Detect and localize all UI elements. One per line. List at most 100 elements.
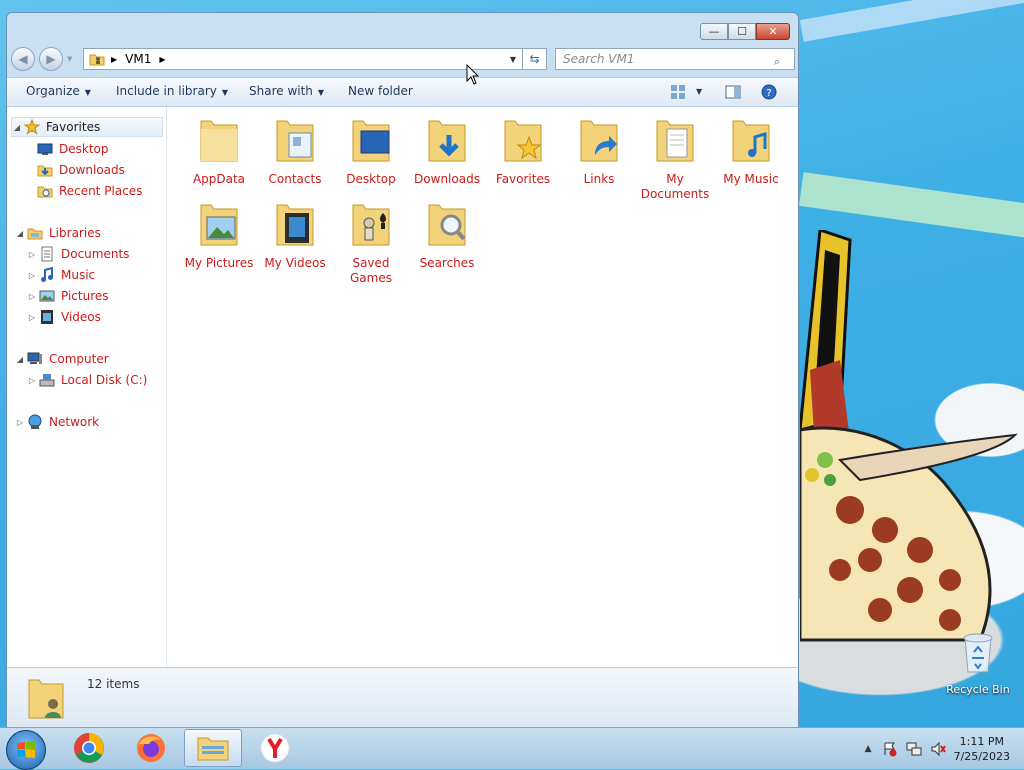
nav-libraries[interactable]: ◢ Libraries [15, 224, 101, 242]
chrome-icon [74, 733, 104, 763]
show-hidden-icons-icon[interactable]: ▲ [865, 744, 872, 754]
nav-recent-places[interactable]: Recent Places [37, 182, 142, 200]
file-item-saved-games[interactable]: Saved Games [335, 201, 407, 286]
organize-label: Organize [26, 84, 80, 98]
expand-arrow-icon[interactable]: ▷ [27, 250, 37, 259]
action-center-flag-icon[interactable] [882, 741, 898, 757]
file-item-contacts[interactable]: Contacts [259, 117, 331, 187]
file-item-links[interactable]: Links [563, 117, 635, 187]
clock-time: 1:11 PM [959, 734, 1004, 748]
file-item-appdata[interactable]: AppData [183, 117, 255, 187]
taskbar-explorer[interactable] [184, 729, 242, 767]
drive-icon [39, 374, 55, 387]
nav-network-label: Network [49, 415, 100, 429]
documents-icon [41, 246, 53, 262]
address-bar[interactable]: ▶ VM1 ▶ ▼ [83, 48, 523, 70]
minimize-button[interactable]: — [700, 23, 728, 40]
forward-button[interactable]: ▶ [39, 47, 63, 71]
help-icon[interactable]: ? [761, 84, 777, 100]
back-button[interactable]: ◀ [11, 47, 35, 71]
nav-pictures-label: Pictures [61, 289, 109, 303]
file-name: My Pictures [184, 256, 254, 270]
file-name: Favorites [495, 172, 551, 186]
recent-pages-chevron-icon[interactable]: ▼ [67, 55, 72, 63]
file-item-searches[interactable]: Searches [411, 201, 483, 271]
organize-button[interactable]: Organize ▼ [26, 84, 91, 98]
taskbar-chrome[interactable] [60, 729, 118, 767]
file-item-my-documents[interactable]: My Documents [639, 117, 711, 202]
clock[interactable]: 1:11 PM 7/25/2023 [954, 734, 1010, 764]
view-options-icon[interactable] [670, 84, 686, 100]
taskbar-firefox[interactable] [122, 729, 180, 767]
nav-favorites-label: Favorites [46, 120, 101, 134]
file-item-my-pictures[interactable]: My Pictures [183, 201, 255, 271]
refresh-button[interactable]: ⇆ [523, 48, 547, 70]
volume-muted-icon[interactable] [930, 741, 946, 757]
file-item-my-videos[interactable]: My Videos [259, 201, 331, 271]
nav-documents[interactable]: ▷ Documents [27, 245, 129, 263]
recycle-bin-label: Recycle Bin [946, 683, 1010, 696]
file-name: My Documents [640, 172, 710, 201]
expand-arrow-icon[interactable]: ▷ [27, 376, 37, 385]
collapse-arrow-icon[interactable]: ◢ [15, 229, 25, 238]
collapse-arrow-icon[interactable]: ◢ [15, 355, 25, 364]
windows-logo-icon [17, 741, 35, 758]
view-dropdown-icon[interactable]: ▼ [696, 87, 702, 96]
nav-local-disk[interactable]: ▷ Local Disk (C:) [27, 371, 147, 389]
file-name: Desktop [346, 172, 396, 186]
expand-arrow-icon[interactable]: ▷ [15, 418, 25, 427]
dropdown-arrow-icon: ▼ [84, 88, 91, 97]
include-in-library-button[interactable]: Include in library ▼ [116, 84, 228, 98]
downloads-icon [37, 165, 53, 177]
start-button[interactable] [6, 730, 46, 770]
documents-folder-icon [656, 120, 694, 162]
content-area: ◢ Favorites Desktop Downloads Recent Pla… [7, 107, 798, 667]
nav-videos[interactable]: ▷ Videos [27, 308, 101, 326]
breadcrumb-vm1[interactable]: VM1 [125, 52, 151, 66]
nav-documents-label: Documents [61, 247, 130, 261]
file-name: Downloads [414, 172, 480, 186]
file-item-downloads[interactable]: Downloads [411, 117, 483, 187]
nav-music[interactable]: ▷ Music [27, 266, 95, 284]
new-folder-button[interactable]: New folder [348, 84, 413, 98]
nav-desktop[interactable]: Desktop [37, 140, 109, 158]
file-name: Links [583, 172, 615, 186]
dropdown-arrow-icon: ▼ [317, 88, 325, 97]
search-input[interactable]: Search VM1 ⌕ [555, 48, 795, 70]
file-name: AppData [192, 172, 246, 186]
nav-network[interactable]: ▷ Network [15, 413, 99, 431]
expand-arrow-icon[interactable]: ▷ [27, 313, 37, 322]
collapse-arrow-icon[interactable]: ◢ [12, 123, 22, 132]
file-item-desktop[interactable]: Desktop [335, 117, 407, 187]
item-count: 12 items [87, 677, 140, 691]
nav-pictures[interactable]: ▷ Pictures [27, 287, 109, 305]
firefox-icon [137, 734, 165, 762]
breadcrumb-chevron-icon[interactable]: ▶ [159, 55, 165, 64]
expand-arrow-icon[interactable]: ▷ [27, 271, 37, 280]
caption-buttons: — ☐ ✕ [700, 23, 790, 40]
maximize-button[interactable]: ☐ [728, 23, 756, 40]
file-list: AppData Contacts Desktop Downloads Favor… [167, 107, 798, 667]
nav-downloads[interactable]: Downloads [37, 161, 125, 179]
address-dropdown-icon[interactable]: ▼ [506, 52, 520, 66]
breadcrumb-chevron-icon[interactable]: ▶ [111, 55, 117, 64]
star-icon [24, 119, 40, 135]
music-icon [41, 267, 53, 282]
file-item-favorites[interactable]: Favorites [487, 117, 559, 187]
back-arrow-icon: ◀ [18, 52, 28, 66]
videos-folder-icon [276, 204, 314, 246]
expand-arrow-icon[interactable]: ▷ [27, 292, 37, 301]
preview-pane-icon[interactable] [725, 84, 741, 100]
search-icon[interactable]: ⌕ [774, 52, 788, 68]
close-button[interactable]: ✕ [756, 23, 790, 40]
recycle-bin[interactable]: Recycle Bin [940, 630, 1016, 696]
file-item-my-music[interactable]: My Music [715, 117, 787, 187]
file-name: My Videos [264, 256, 326, 270]
nav-computer[interactable]: ◢ Computer [15, 350, 109, 368]
share-with-button[interactable]: Share with ▼ [249, 84, 324, 98]
nav-favorites[interactable]: ◢ Favorites [11, 117, 163, 137]
links-folder-icon [580, 120, 618, 162]
taskbar-yandex[interactable] [246, 729, 304, 767]
network-status-icon[interactable] [906, 741, 922, 757]
nav-music-label: Music [61, 268, 96, 282]
